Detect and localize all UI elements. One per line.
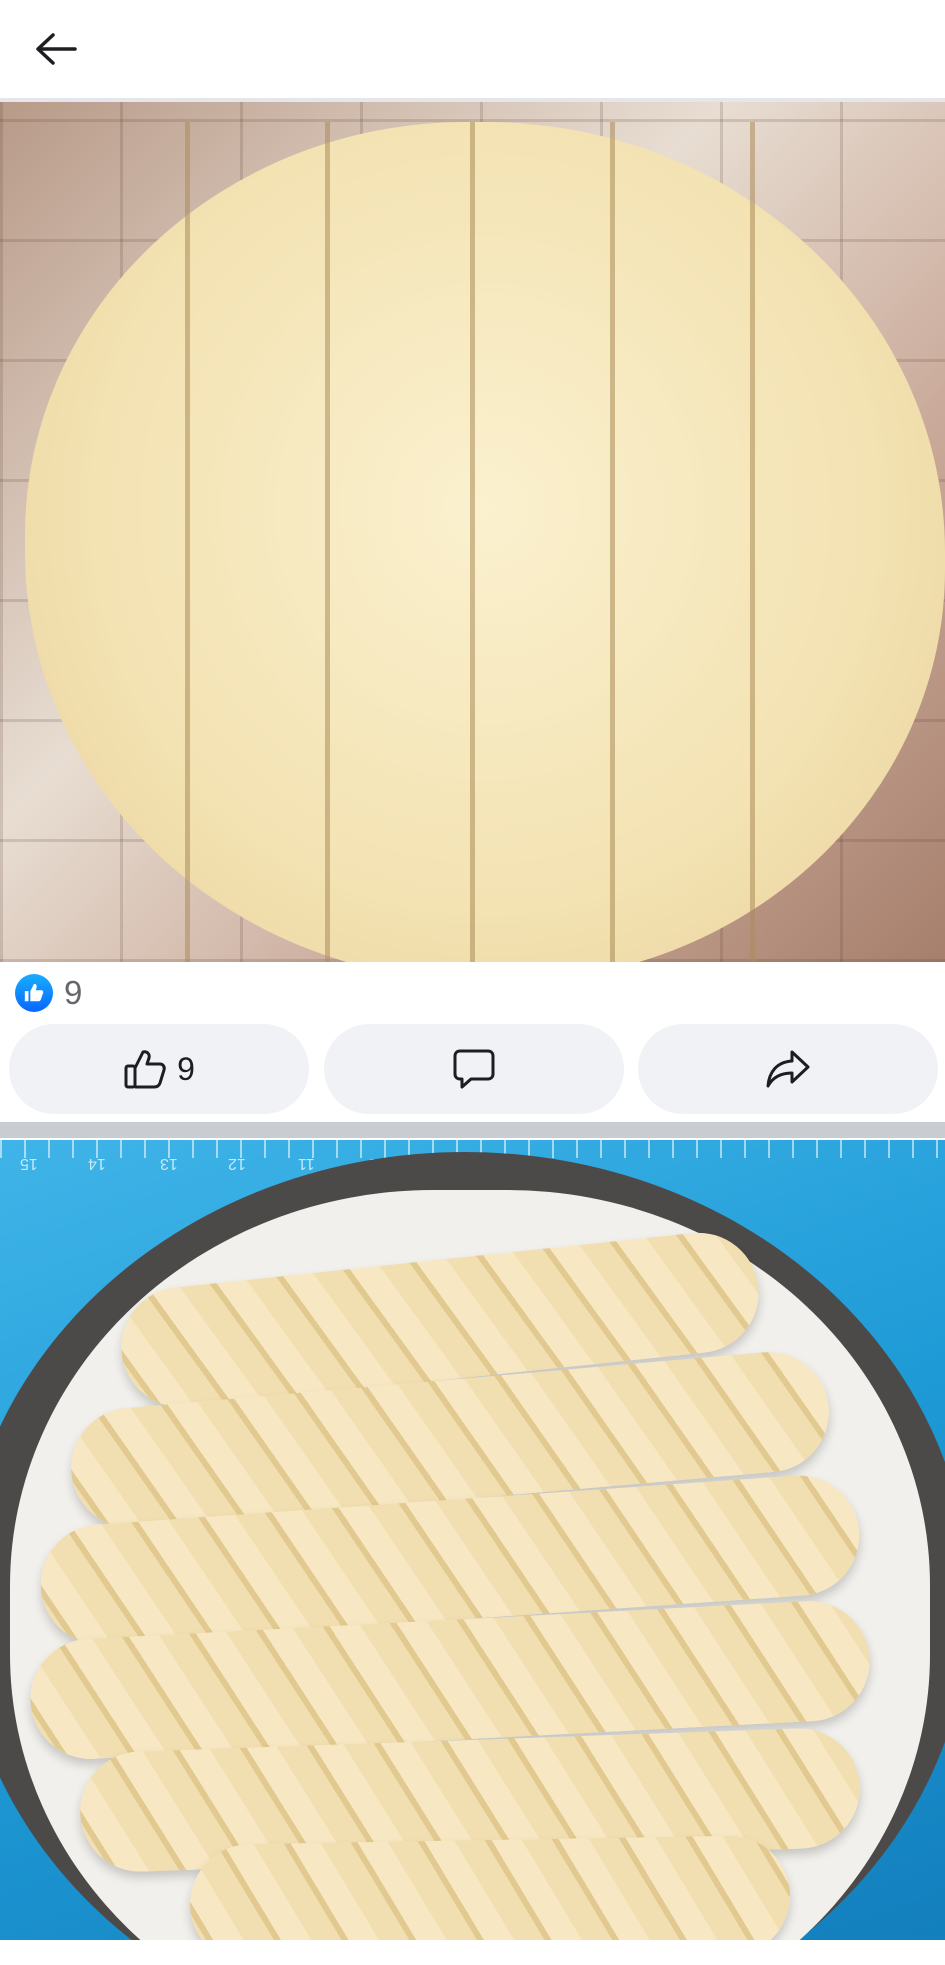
reactions-summary[interactable]: 9 — [0, 962, 945, 1022]
dough-cut — [185, 122, 190, 962]
dough-cut — [750, 122, 755, 962]
share-arrow-icon — [766, 1050, 810, 1088]
ruler-number: 12 — [228, 1155, 246, 1172]
bottom-strip — [0, 1940, 945, 1965]
back-button[interactable] — [20, 20, 92, 78]
top-app-bar — [0, 0, 945, 98]
speech-bubble-icon — [453, 1049, 495, 1089]
dough-cut — [325, 122, 330, 962]
ruler-number: 14 — [88, 1155, 106, 1172]
comment-button[interactable] — [324, 1024, 624, 1114]
post-photo-dough-strips[interactable] — [0, 102, 945, 962]
section-divider — [0, 1122, 945, 1138]
reaction-count: 9 — [64, 974, 83, 1011]
like-count: 9 — [177, 1051, 195, 1087]
arrow-left-icon — [36, 33, 77, 65]
thumbs-up-glyph — [24, 983, 44, 1002]
thumbs-up-badge-icon — [15, 974, 53, 1012]
post-photo-braided-dough[interactable]: 15 14 13 12 11 10 9 8 — [0, 1140, 945, 1940]
ruler-number: 15 — [20, 1155, 38, 1172]
thumbs-up-outline-icon — [124, 1050, 166, 1089]
post-detail-screen: 9 9 15 14 13 12 11 10 9 8 — [0, 0, 945, 1965]
dough-circle — [25, 122, 945, 962]
dough-cut — [610, 122, 615, 962]
dough-braid — [188, 1834, 792, 1940]
dough-cut — [470, 122, 475, 962]
like-button[interactable]: 9 — [9, 1024, 309, 1114]
ruler-number: 11 — [298, 1155, 315, 1172]
ruler-number: 13 — [160, 1155, 178, 1172]
share-button[interactable] — [638, 1024, 938, 1114]
